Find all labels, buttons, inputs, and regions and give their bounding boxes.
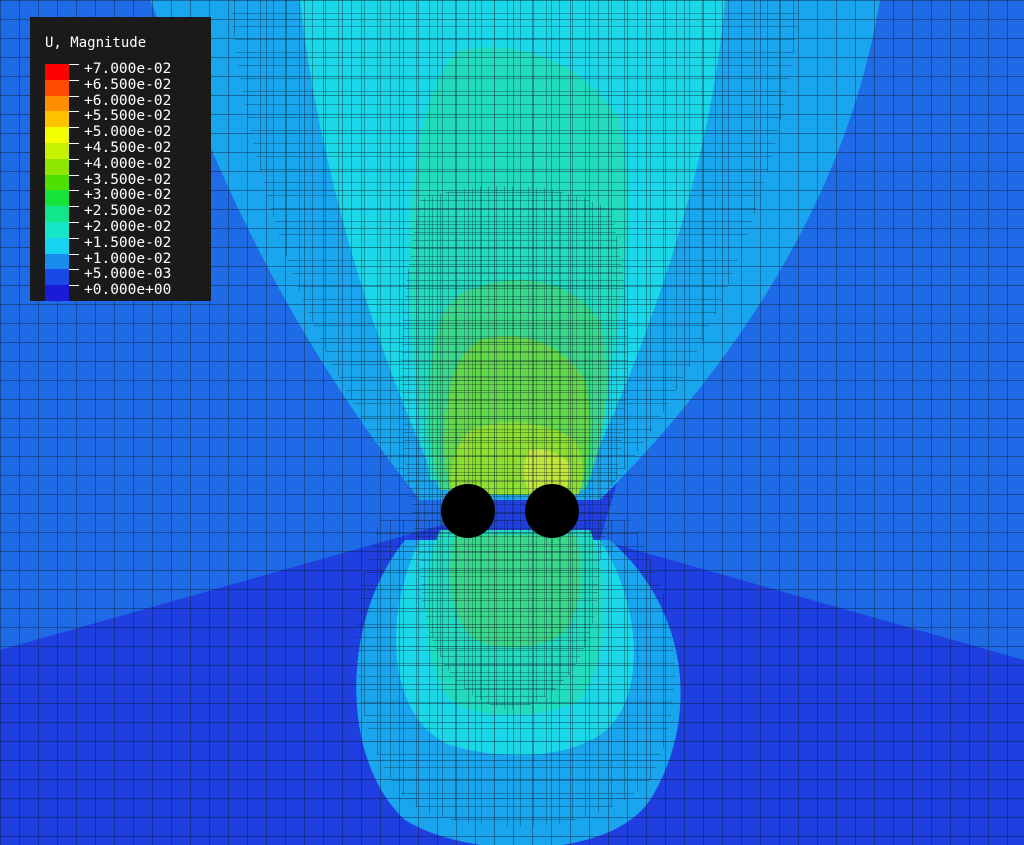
hole-right <box>525 484 579 538</box>
legend-swatch <box>45 111 69 128</box>
color-legend: U, Magnitude +7.000e-02 +6.500e-02 +6.000e… <box>30 17 211 301</box>
legend-swatch <box>45 206 69 222</box>
legend-tick <box>69 95 79 97</box>
legend-tick <box>69 190 79 192</box>
legend-label: +1.500e-02 <box>84 234 172 251</box>
legend-label: +4.500e-02 <box>84 140 172 156</box>
legend-tick <box>69 174 79 176</box>
legend-label: +2.500e-02 <box>84 203 172 220</box>
legend-swatch <box>45 95 69 112</box>
legend-label: +0.000e+00 <box>84 282 172 299</box>
hole-left <box>441 484 495 538</box>
legend-tick <box>69 127 79 129</box>
legend-label: +5.000e-03 <box>84 266 172 283</box>
legend-title: U, Magnitude <box>45 35 147 51</box>
legend-swatch <box>45 190 69 207</box>
legend-swatch <box>45 79 69 96</box>
legend-swatch <box>45 253 69 270</box>
legend-label: +6.500e-02 <box>84 76 172 93</box>
legend-label: +5.000e-02 <box>84 124 172 141</box>
legend-entry: +0.000e+00 <box>30 282 211 301</box>
legend-swatch <box>45 143 69 159</box>
legend-label: +6.000e-02 <box>84 92 172 109</box>
legend-tick <box>69 222 79 223</box>
legend-tick <box>69 143 79 144</box>
legend-tick <box>69 79 79 81</box>
legend-swatch <box>45 269 69 286</box>
legend-swatch <box>45 237 69 254</box>
legend-tick <box>69 237 79 239</box>
legend-label: +4.000e-02 <box>84 155 172 172</box>
legend-tick <box>69 64 79 65</box>
legend-tick <box>69 253 79 255</box>
legend-label: +3.500e-02 <box>84 171 172 188</box>
legend-label: +7.000e-02 <box>84 61 172 77</box>
legend-swatch <box>45 222 69 238</box>
legend-tick <box>69 285 79 287</box>
legend-tick <box>69 206 79 208</box>
legend-tick <box>69 111 79 113</box>
legend-label: +5.500e-02 <box>84 108 172 125</box>
legend-label: +1.000e-02 <box>84 250 172 267</box>
legend-swatch <box>45 285 69 301</box>
legend-label: +2.000e-02 <box>84 219 172 235</box>
legend-tick <box>69 158 79 160</box>
legend-tick <box>69 269 79 271</box>
legend-swatch <box>45 158 69 175</box>
legend-swatch <box>45 174 69 191</box>
legend-label: +3.000e-02 <box>84 187 172 204</box>
legend-swatch <box>45 64 69 80</box>
legend-swatch <box>45 127 69 143</box>
